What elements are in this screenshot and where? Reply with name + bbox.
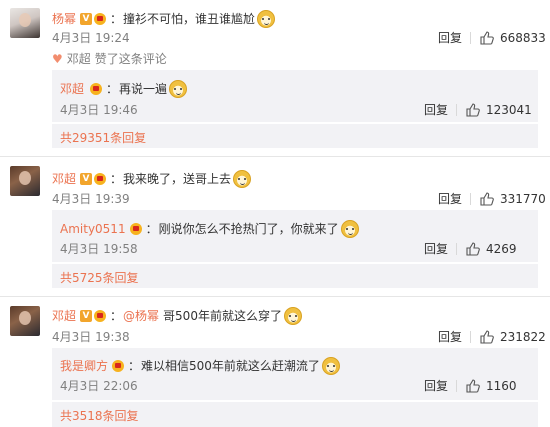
- comment-text: 哥500年前就这么穿了: [163, 309, 282, 323]
- divider: [456, 104, 457, 116]
- username-link[interactable]: Amity0511: [60, 221, 126, 237]
- reply-time: 4月3日 19:46: [60, 103, 138, 117]
- reply-text: 难以相信500年前就这么赶潮流了: [141, 359, 320, 373]
- doge-emoji-icon: [257, 10, 276, 28]
- thumbs-up-icon: [480, 192, 494, 206]
- doge-emoji-icon: [321, 357, 340, 375]
- vip-badge-icon: [129, 223, 144, 235]
- divider: [470, 193, 471, 205]
- username-link[interactable]: 邓超: [52, 171, 76, 187]
- liked-by-row: ♥ 邓超 赞了这条评论: [52, 50, 167, 67]
- comment-header: 邓超 V ： @杨幂 哥500年前就这么穿了: [52, 307, 302, 325]
- vip-badge-icon: [94, 13, 108, 25]
- like-count: 668833: [500, 31, 546, 45]
- divider: [470, 331, 471, 343]
- thumbs-up-icon: [466, 379, 480, 393]
- sub-reply-header: Amity0511 ： 刚说你怎么不抢热门了，你就来了: [60, 220, 359, 238]
- thumbs-up-icon: [480, 330, 494, 344]
- verified-badge-icon: V: [80, 310, 93, 322]
- reply-button[interactable]: 回复: [424, 378, 448, 394]
- divider: [470, 32, 471, 44]
- more-replies-link[interactable]: 共3518条回复: [60, 408, 139, 424]
- thumbs-up-icon: [480, 31, 494, 45]
- comment-divider: [0, 296, 550, 297]
- more-replies-link[interactable]: 共5725条回复: [60, 270, 139, 286]
- like-count: 1160: [486, 379, 517, 393]
- vip-badge-icon: [94, 173, 108, 185]
- thumbs-up-icon: [466, 103, 480, 117]
- liked-by-user[interactable]: 邓超: [67, 50, 91, 67]
- doge-emoji-icon: [233, 170, 252, 188]
- like-count: 4269: [486, 242, 517, 256]
- vip-badge-icon: [112, 360, 126, 372]
- comment-time: 4月3日 19:39: [52, 192, 130, 206]
- like-count: 231822: [500, 330, 546, 344]
- reply-button[interactable]: 回复: [424, 102, 448, 118]
- username-link[interactable]: 邓超: [52, 308, 76, 324]
- comment-header: 邓超 V ： 我来晚了，送哥上去: [52, 170, 252, 188]
- comment-text: 我来晚了，送哥上去: [123, 172, 232, 186]
- heart-icon: ♥: [52, 51, 63, 66]
- username-link[interactable]: 邓超: [60, 81, 84, 97]
- username-link[interactable]: 杨幂: [52, 11, 76, 27]
- comment-time: 4月3日 19:24: [52, 31, 130, 45]
- liked-by-text: 赞了这条评论: [94, 52, 167, 66]
- doge-emoji-icon: [283, 307, 302, 325]
- thumbs-up-icon: [466, 242, 480, 256]
- comment-header: 杨幂 V ： 撞衫不可怕，谁丑谁尴尬: [52, 10, 276, 28]
- reply-time: 4月3日 22:06: [60, 379, 138, 393]
- like-button[interactable]: 231822: [480, 329, 546, 345]
- comment-text: 撞衫不可怕，谁丑谁尴尬: [123, 12, 256, 26]
- vip-badge-icon: [90, 83, 104, 95]
- verified-badge-icon: V: [80, 13, 93, 25]
- reply-button[interactable]: 回复: [424, 241, 448, 257]
- sub-reply-header: 我是卿方 ： 难以相信500年前就这么赶潮流了: [60, 357, 340, 375]
- reply-button[interactable]: 回复: [438, 30, 462, 46]
- avatar[interactable]: [10, 8, 40, 38]
- verified-badge-icon: V: [80, 173, 93, 185]
- comment-divider: [0, 156, 550, 157]
- avatar[interactable]: [10, 306, 40, 336]
- divider: [456, 243, 457, 255]
- avatar[interactable]: [10, 166, 40, 196]
- doge-emoji-icon: [340, 220, 359, 238]
- like-button[interactable]: 4269: [466, 241, 517, 257]
- comment-feed: 杨幂 V ： 撞衫不可怕，谁丑谁尴尬 4月3日 19:24 回复 668833 …: [0, 0, 550, 427]
- sub-reply-header: 邓超 ： 再说一遍: [60, 80, 188, 98]
- like-count: 331770: [500, 192, 546, 206]
- reply-text: 刚说你怎么不抢热门了，你就来了: [158, 222, 339, 236]
- like-button[interactable]: 123041: [466, 102, 532, 118]
- like-button[interactable]: 331770: [480, 191, 546, 207]
- doge-emoji-icon: [169, 80, 188, 98]
- like-button[interactable]: 668833: [480, 30, 546, 46]
- more-replies-link[interactable]: 共29351条回复: [60, 130, 146, 146]
- comment-time: 4月3日 19:38: [52, 330, 130, 344]
- reply-time: 4月3日 19:58: [60, 242, 138, 256]
- username-link[interactable]: 我是卿方: [60, 358, 108, 374]
- reply-button[interactable]: 回复: [438, 191, 462, 207]
- vip-badge-icon: [94, 310, 108, 322]
- reply-button[interactable]: 回复: [438, 329, 462, 345]
- like-button[interactable]: 1160: [466, 378, 517, 394]
- reply-text: 再说一遍: [119, 82, 168, 96]
- like-count: 123041: [486, 103, 532, 117]
- divider: [456, 380, 457, 392]
- mention-link[interactable]: @杨幂: [123, 308, 159, 324]
